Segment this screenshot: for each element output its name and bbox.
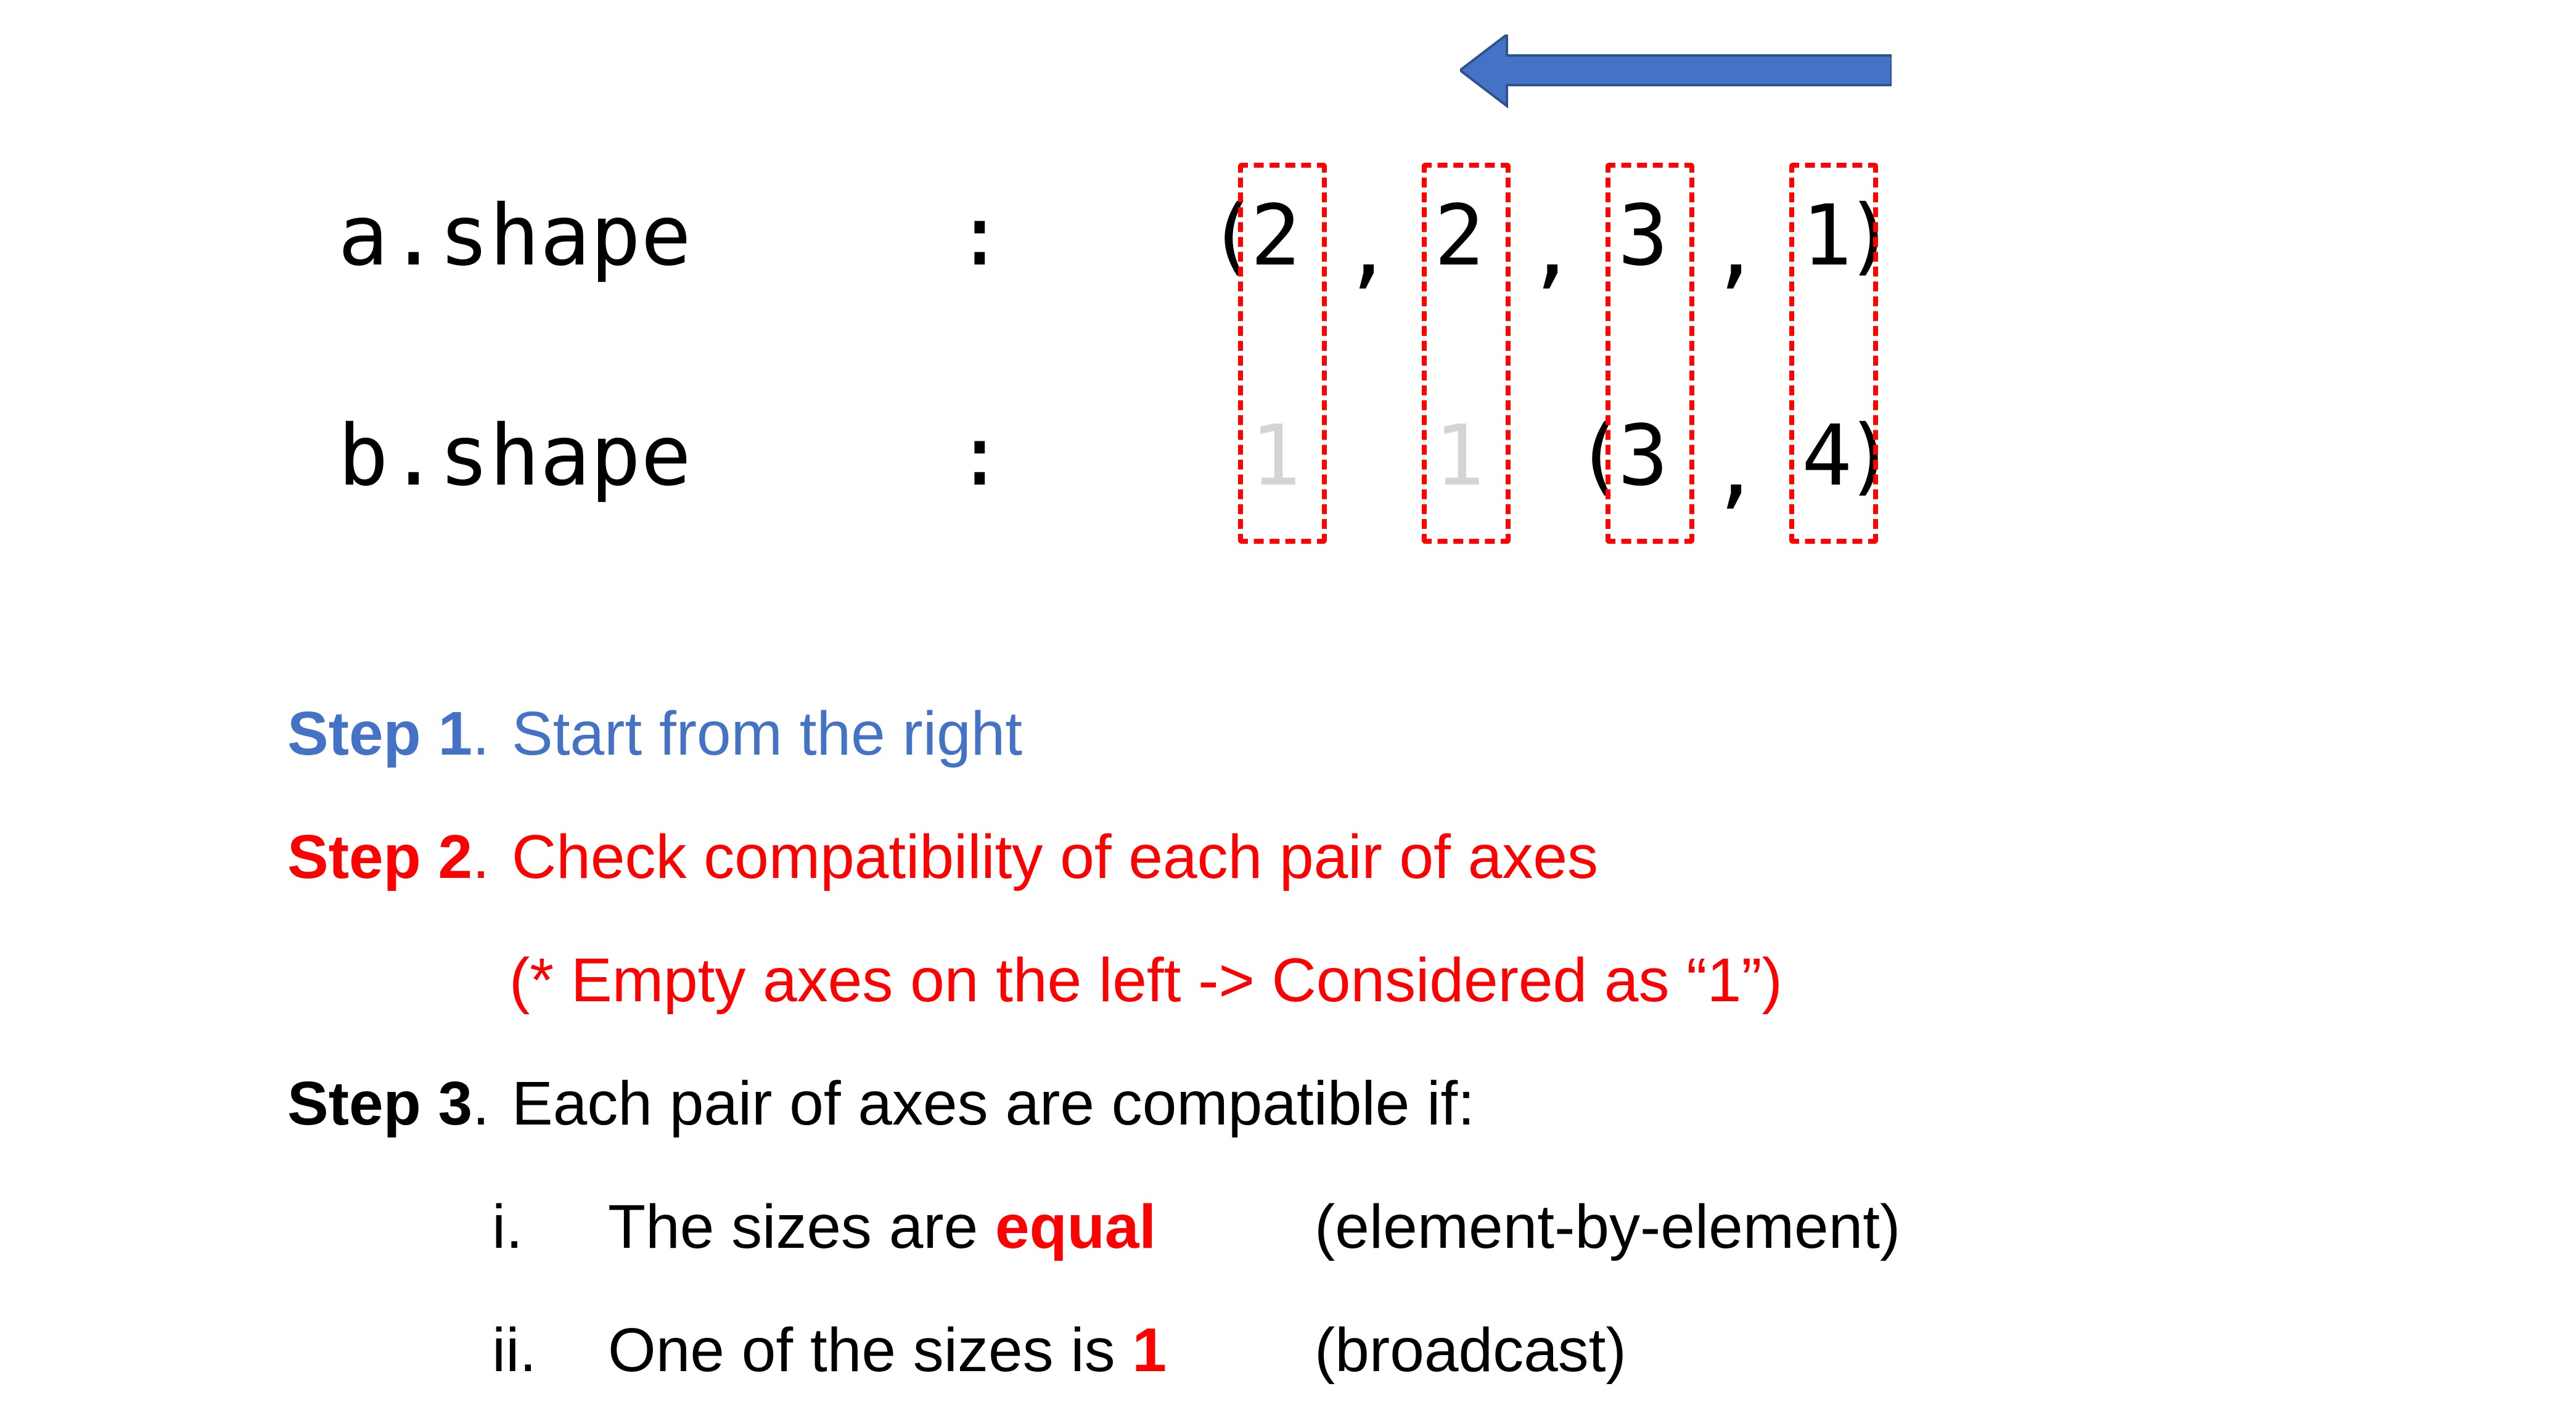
step-2-note: (* Empty axes on the left -> Considered … xyxy=(509,946,1782,1015)
axis-pair-box-3 xyxy=(1789,163,1878,544)
step-1-period: . xyxy=(472,699,490,768)
a-shape-colon: : xyxy=(954,187,1005,285)
condition-i-marker: i. xyxy=(492,1192,523,1261)
condition-i-text: The sizes are xyxy=(608,1192,996,1261)
b-sep-0: , xyxy=(1710,420,1761,517)
step-3-text: Each pair of axes are compatible if: xyxy=(512,1069,1475,1138)
step-2-period: . xyxy=(472,822,490,891)
b-shape-label: b.shape xyxy=(338,408,692,505)
arrow-shape xyxy=(1460,35,1892,109)
a-shape-label: a.shape xyxy=(338,187,692,285)
axis-pair-box-1 xyxy=(1422,163,1511,544)
condition-ii-emphasis: 1 xyxy=(1132,1316,1167,1385)
step-3: Step 3. xyxy=(287,1073,490,1134)
condition-i: The sizes are equal xyxy=(608,1196,1156,1258)
condition-ii-marker: ii. xyxy=(492,1316,537,1385)
b-shape-colon: : xyxy=(954,408,1005,505)
condition-i-emphasis: equal xyxy=(995,1192,1157,1261)
condition-ii-text: One of the sizes is xyxy=(608,1316,1133,1385)
step-1-text: Start from the right xyxy=(512,699,1023,768)
step-3-label: Step 3 xyxy=(287,1069,473,1138)
broadcasting-diagram: a.shape : ( 2 , 2 , 3 , 1 ) b.shape : 1 … xyxy=(0,0,2576,1426)
step-2: Step 2. xyxy=(287,826,490,888)
step-1: Step 1. xyxy=(287,703,490,764)
step-2-text: Check compatibility of each pair of axes xyxy=(512,822,1598,891)
step-3-period: . xyxy=(472,1069,490,1138)
condition-i-note: (element-by-element) xyxy=(1315,1192,1901,1261)
axis-pair-box-0 xyxy=(1238,163,1327,544)
left-arrow-icon xyxy=(1460,35,1892,109)
step-1-label: Step 1 xyxy=(287,699,473,768)
a-sep-1: , xyxy=(1527,200,1577,297)
step-2-label: Step 2 xyxy=(287,822,473,891)
a-sep-0: , xyxy=(1343,200,1393,297)
condition-ii-note: (broadcast) xyxy=(1315,1316,1626,1385)
axis-pair-box-2 xyxy=(1606,163,1694,544)
condition-ii: One of the sizes is 1 xyxy=(608,1319,1167,1381)
a-sep-2: , xyxy=(1710,200,1761,297)
